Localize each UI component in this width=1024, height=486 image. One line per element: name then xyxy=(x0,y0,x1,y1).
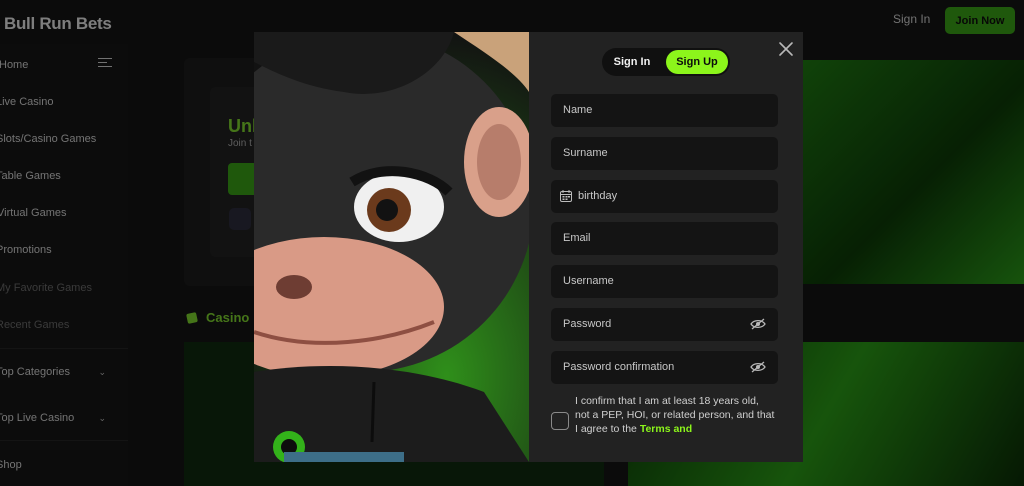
eye-off-icon[interactable] xyxy=(750,318,766,330)
surname-field[interactable]: Surname xyxy=(551,137,778,170)
password-placeholder: Password xyxy=(563,318,612,330)
auth-tabs: Sign In Sign Up xyxy=(602,48,730,76)
age-confirm-checkbox[interactable] xyxy=(551,412,569,430)
password-field[interactable]: Password xyxy=(551,308,778,341)
eye-off-icon[interactable] xyxy=(750,361,766,373)
password-confirmation-field[interactable]: Password confirmation xyxy=(551,351,778,384)
email-placeholder: Email xyxy=(563,232,591,244)
username-placeholder: Username xyxy=(563,275,614,287)
close-icon[interactable] xyxy=(777,40,795,58)
username-field[interactable]: Username xyxy=(551,265,778,298)
age-confirm-text: I confirm that I am at least 18 years ol… xyxy=(575,394,775,436)
page: Bull Run Bets Sign In Join Now Home Live… xyxy=(0,0,1024,486)
calendar-icon xyxy=(560,190,572,202)
terms-link[interactable]: Terms and xyxy=(640,423,692,435)
birthday-placeholder: birthday xyxy=(578,190,618,202)
surname-placeholder: Surname xyxy=(563,147,608,159)
birthday-field[interactable]: birthday xyxy=(551,180,778,213)
name-placeholder: Name xyxy=(563,104,593,116)
bull-mascot-image xyxy=(254,32,529,462)
tab-sign-in[interactable]: Sign In xyxy=(606,51,658,73)
modal-illustration xyxy=(254,32,529,462)
tab-sign-up[interactable]: Sign Up xyxy=(666,50,728,74)
email-field[interactable]: Email xyxy=(551,222,778,255)
name-field[interactable]: Name xyxy=(551,94,778,127)
password-confirmation-placeholder: Password confirmation xyxy=(563,361,675,373)
